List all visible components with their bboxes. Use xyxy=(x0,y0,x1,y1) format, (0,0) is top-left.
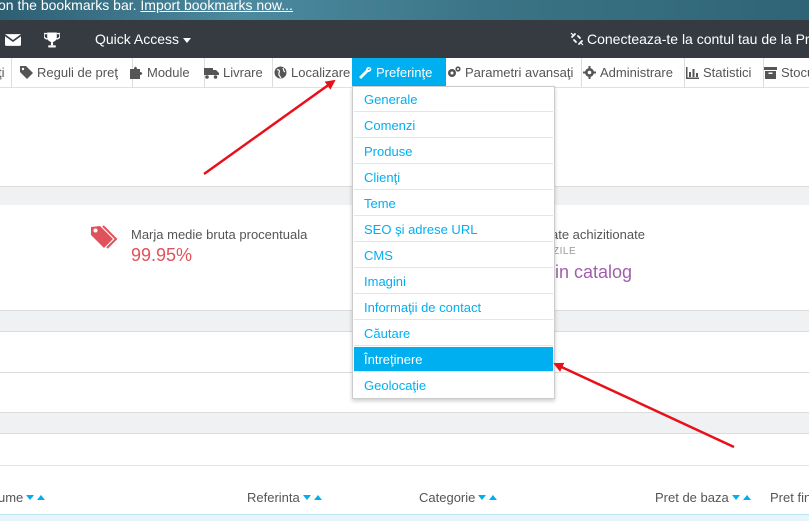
purchased-sublabel: ZILE xyxy=(553,246,577,257)
bookmarks-bar: on the bookmarks bar. Import bookmarks n… xyxy=(0,0,809,20)
nav-item-label: Preferinţe xyxy=(376,65,433,80)
nav-item-partial[interactable]: ţi xyxy=(0,58,12,87)
tag-icon xyxy=(20,66,33,80)
menu-item-contact-info[interactable]: Informaţii de contact xyxy=(354,295,553,320)
margin-label: Marja medie bruta procentuala xyxy=(131,227,308,242)
nav-item-price-rules[interactable]: Reguli de preţ xyxy=(14,58,133,87)
unlink-icon xyxy=(570,32,584,46)
menu-item-orders[interactable]: Comenzi xyxy=(354,113,553,138)
sort-arrows-icon[interactable] xyxy=(731,495,751,502)
menu-item-cms[interactable]: CMS xyxy=(354,243,553,268)
import-bookmarks-link[interactable]: Import bookmarks now... xyxy=(140,0,293,13)
margin-value: 99.95% xyxy=(131,245,193,265)
arrow-to-preferences xyxy=(203,79,336,176)
section-divider xyxy=(0,412,809,434)
nav-item-label: Statistici xyxy=(703,65,752,80)
nav-item-label: Stocu xyxy=(781,65,809,80)
connect-account-link[interactable]: Conecteaza-te la contul tau de la Presta xyxy=(570,31,809,47)
column-label: ume xyxy=(0,490,24,505)
trophy-icon[interactable] xyxy=(44,32,60,48)
column-label: Pret de baza xyxy=(655,490,729,505)
menu-item-products[interactable]: Produse xyxy=(354,139,553,164)
caret-down-icon xyxy=(183,37,192,43)
nav-item-administration[interactable]: Administrare xyxy=(577,58,685,87)
nav-item-label: Reguli de preţ xyxy=(37,65,118,80)
nav-item-stock[interactable]: Stocu xyxy=(758,58,809,87)
truck-icon xyxy=(204,67,219,79)
main-navigation: ţi Reguli de preţ Module Livrare Localiz… xyxy=(0,58,809,88)
row-divider xyxy=(0,465,809,466)
arrow-to-maintenance xyxy=(553,362,735,449)
envelope-icon[interactable] xyxy=(5,32,21,48)
nav-item-statistics[interactable]: Statistici xyxy=(680,58,764,87)
connect-account-text: Conecteaza-te la contul tau de la Presta xyxy=(587,31,809,47)
menu-item-geolocation[interactable]: Geolocaţie xyxy=(354,373,553,398)
menu-item-maintenance[interactable]: Întreţinere xyxy=(354,347,553,372)
archive-icon xyxy=(764,66,777,79)
cogs-icon xyxy=(448,66,461,78)
quick-access-menu[interactable]: Quick Access xyxy=(95,31,192,47)
column-category[interactable]: Categorie xyxy=(419,490,498,505)
nav-item-label: ţi xyxy=(0,65,5,80)
nav-item-label: Localizare xyxy=(291,65,351,80)
bookmarks-bar-text: on the bookmarks bar. xyxy=(0,0,141,13)
column-name[interactable]: ume xyxy=(0,490,46,505)
column-final-price[interactable]: Pret fin xyxy=(770,490,809,505)
nav-item-label: Module xyxy=(147,65,190,80)
column-label: Referinta xyxy=(247,490,300,505)
products-table-header: ume Referinta Categorie Pret de baza Pre… xyxy=(0,486,809,514)
puzzle-icon xyxy=(130,66,143,80)
nav-item-advanced-params[interactable]: Parametri avansaţi xyxy=(441,58,582,87)
column-label: Categorie xyxy=(419,490,476,505)
globe-icon xyxy=(274,66,287,79)
purchased-label: ate achizitionate xyxy=(551,227,645,242)
menu-item-customers[interactable]: Clienţi xyxy=(354,165,553,190)
nav-item-preferences[interactable]: Preferinţe xyxy=(352,58,446,87)
preferences-dropdown-menu: Generale Comenzi Produse Clienţi Teme SE… xyxy=(352,86,555,399)
quick-access-label: Quick Access xyxy=(95,31,180,47)
menu-item-search[interactable]: Căutare xyxy=(354,321,553,346)
menu-item-themes[interactable]: Teme xyxy=(354,191,553,216)
top-header-bar: Quick Access Conecteaza-te la contul tau… xyxy=(0,20,809,58)
purchased-value: lin catalog xyxy=(551,262,633,282)
gear-icon xyxy=(583,66,596,80)
sort-arrows-icon[interactable] xyxy=(302,495,322,502)
sort-arrows-icon[interactable] xyxy=(478,495,498,502)
nav-item-label: Administrare xyxy=(600,65,673,80)
menu-item-general[interactable]: Generale xyxy=(354,87,553,112)
nav-item-shipping[interactable]: Livrare xyxy=(198,58,273,87)
nav-item-label: Livrare xyxy=(223,65,263,80)
column-base-price[interactable]: Pret de baza xyxy=(655,490,751,505)
menu-item-seo-urls[interactable]: SEO şi adrese URL xyxy=(354,217,553,242)
bar-chart-icon xyxy=(686,66,699,79)
column-reference[interactable]: Referinta xyxy=(247,490,322,505)
menu-item-images[interactable]: Imagini xyxy=(354,269,553,294)
tags-icon xyxy=(91,225,118,249)
column-label: Pret fin xyxy=(770,490,809,505)
nav-item-localization[interactable]: Localizare xyxy=(268,58,359,87)
nav-item-modules[interactable]: Module xyxy=(124,58,205,87)
wrench-icon xyxy=(359,67,372,80)
sort-arrows-icon[interactable] xyxy=(26,495,46,502)
nav-item-label: Parametri avansaţi xyxy=(465,65,574,80)
